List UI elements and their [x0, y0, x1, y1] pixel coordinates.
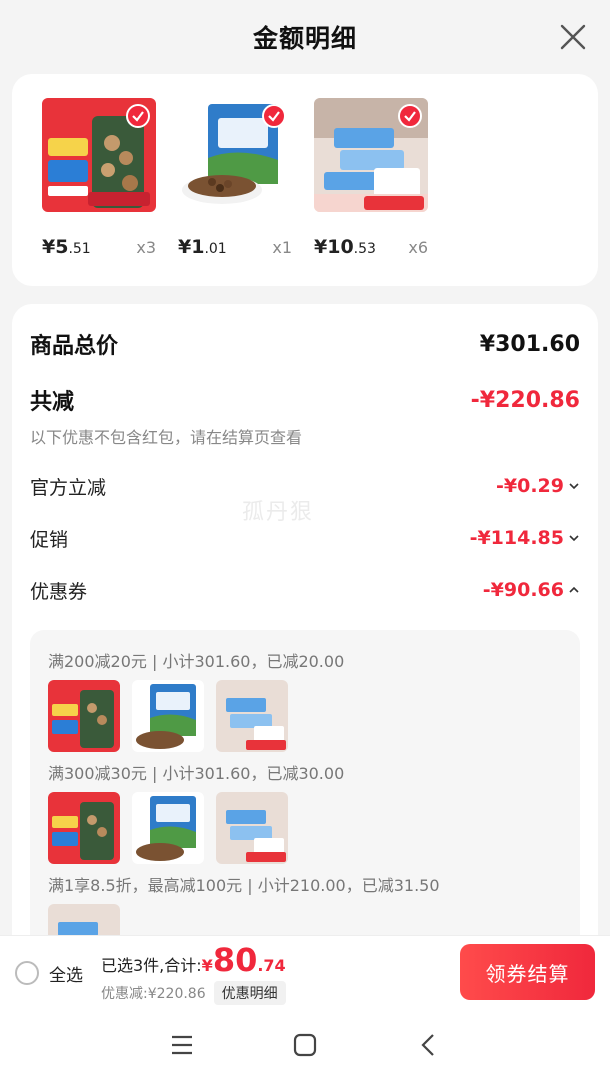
discount-value: -¥114.85 [469, 527, 564, 549]
discount-detail-button[interactable]: 优惠明细 [213, 981, 286, 1005]
coupon-detail-panel: 满200减20元 | 小计301.60，已减20.00 满300减30元 | 小… [30, 630, 580, 954]
goods-price: ¥10.53 [314, 236, 376, 258]
selected-count-text: 已选3件,合计: [101, 956, 202, 975]
coupon-rule: 满1享8.5折，最高减100元 | 小计210.00，已减31.50 [48, 876, 440, 895]
page-title: 金额明细 [252, 24, 357, 53]
coupon-goods-thumbs [48, 792, 562, 864]
product-image-catfood-pack [42, 98, 156, 212]
close-icon[interactable] [558, 22, 588, 52]
discount-label: 优惠券 [30, 580, 88, 603]
product-image-tissue-pack [314, 98, 428, 212]
product-thumb-kibble-bag [132, 680, 204, 752]
back-icon[interactable] [408, 1025, 448, 1065]
goods-quantity: x3 [136, 238, 156, 257]
discount-label: 促销 [30, 528, 69, 551]
coupon-rule: 满300减30元 | 小计301.60，已减30.00 [48, 764, 345, 783]
goods-item[interactable]: ¥10.53 x6 [314, 98, 428, 286]
discount-value: -¥90.66 [482, 579, 564, 601]
product-thumb-catfood-pack [48, 680, 120, 752]
chevron-down-icon [569, 483, 579, 490]
coupon-rule: 满200减20元 | 小计301.60，已减20.00 [48, 652, 345, 671]
amount-detail-sheet: 金额明细 ¥5.51 x3 ¥1.01 x1 ¥10.53 x6 商品总价 ¥3… [0, 0, 610, 954]
product-thumb-catfood-pack [48, 792, 120, 864]
product-image-kibble-bag [178, 98, 292, 212]
sheet-header: 金额明细 [0, 0, 610, 74]
reduce-label: 共减 [30, 390, 75, 415]
checked-icon[interactable] [126, 104, 150, 128]
reduce-value: -¥220.86 [470, 387, 580, 413]
home-icon[interactable] [285, 1025, 325, 1065]
discount-note: 以下优惠不包含红包，请在结算页查看 [30, 428, 303, 447]
total-value: ¥301.60 [479, 331, 580, 357]
total-amount: ¥80.74 [201, 941, 286, 979]
watermark-text: 孤丹狠 [242, 500, 315, 525]
goods-quantity: x6 [408, 238, 428, 257]
total-summary: 已选3件,合计: ¥80.74 优惠减:¥220.86 优惠明细 [101, 941, 286, 1005]
product-thumb-kibble-bag [132, 792, 204, 864]
checkout-bar: 全选 已选3件,合计: ¥80.74 优惠减:¥220.86 优惠明细 领券结算 [0, 935, 610, 1010]
chevron-down-icon [569, 535, 579, 542]
goods-quantity: x1 [272, 238, 292, 257]
price-detail-card: 商品总价 ¥301.60 共减 -¥220.86 以下优惠不包含红包，请在结算页… [12, 304, 598, 954]
system-nav-bar [0, 1010, 610, 1080]
checkout-button[interactable]: 领券结算 [460, 944, 595, 1000]
discount-row-coupon[interactable]: 优惠券 -¥90.66 [30, 564, 580, 616]
discount-summary: 优惠减:¥220.86 [101, 986, 206, 1002]
product-thumb-tissue-pack [216, 680, 288, 752]
goods-price: ¥1.01 [178, 236, 227, 258]
goods-price: ¥5.51 [42, 236, 91, 258]
chevron-up-icon [569, 586, 579, 593]
select-all-radio[interactable] [15, 961, 39, 985]
product-thumb-tissue-pack [216, 792, 288, 864]
select-all-label[interactable]: 全选 [49, 961, 83, 986]
discount-label: 官方立减 [30, 476, 107, 499]
checked-icon[interactable] [398, 104, 422, 128]
coupon-goods-thumbs [48, 680, 562, 752]
discount-value: -¥0.29 [496, 475, 564, 497]
goods-item[interactable]: ¥5.51 x3 [42, 98, 156, 286]
menu-icon[interactable] [162, 1025, 202, 1065]
goods-item[interactable]: ¥1.01 x1 [178, 98, 292, 286]
goods-card: ¥5.51 x3 ¥1.01 x1 ¥10.53 x6 [12, 74, 598, 286]
total-label: 商品总价 [30, 334, 119, 359]
checked-icon[interactable] [262, 104, 286, 128]
